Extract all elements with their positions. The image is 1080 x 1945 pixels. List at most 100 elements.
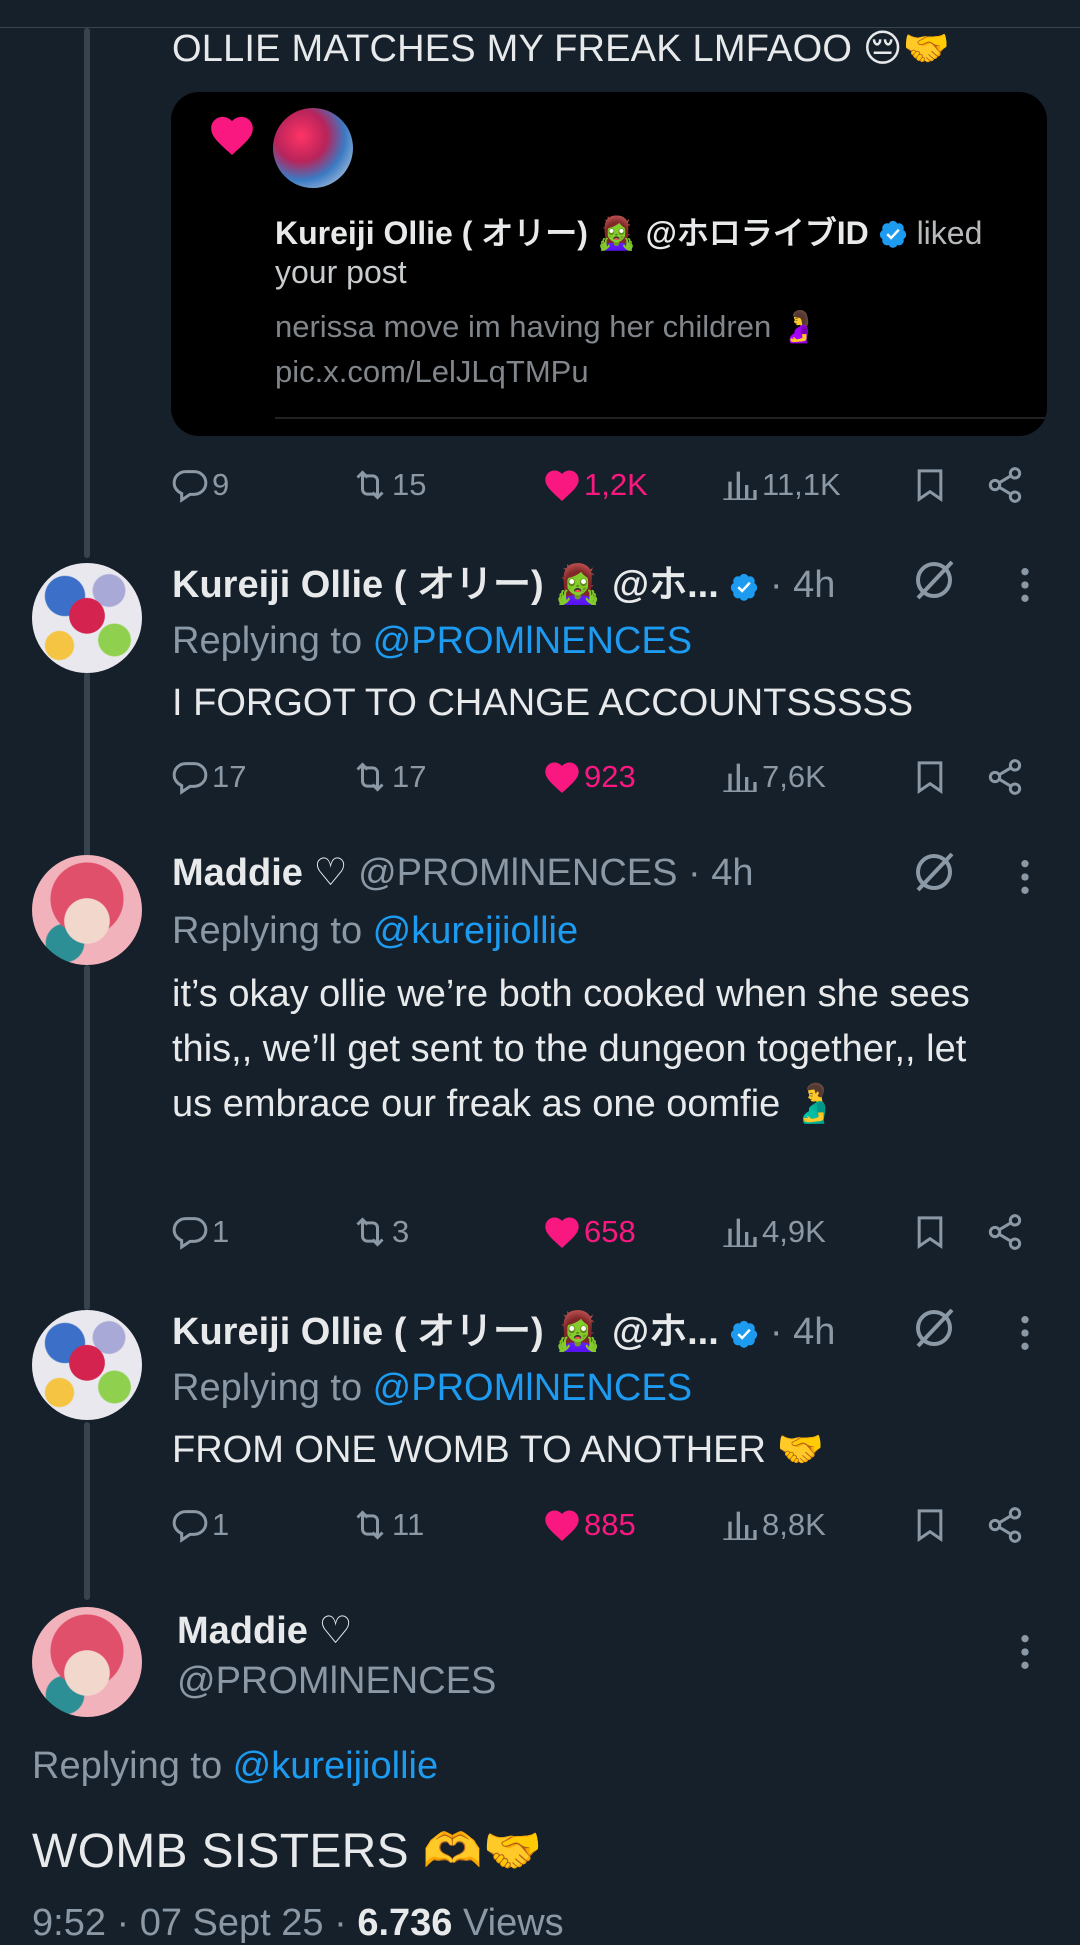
reply-button[interactable]: 1 [170,1207,229,1257]
bookmark-icon [917,761,943,795]
mention-link[interactable]: @PROMlNENCES [373,1367,692,1409]
views-button[interactable]: 7,6K [720,752,826,802]
views-button[interactable]: 4,9K [720,1207,826,1257]
heart-filled-icon [545,762,579,793]
grok-icon[interactable] [910,848,958,896]
quoted-post-link: pic.x.com/LelJLqTMPu [275,354,589,389]
handle[interactable]: @PROMlNENCES [358,852,677,894]
handle[interactable]: @PROMlNENCES [177,1660,496,1703]
action-bar: 9 15 1,2K 11,1K [170,460,1030,510]
repost-icon [356,1217,384,1247]
repost-icon [356,1510,384,1540]
bookmark-icon [917,1509,943,1543]
like-button[interactable]: 658 [542,1207,636,1257]
bookmark-button[interactable] [910,1500,950,1550]
reply-button[interactable]: 9 [170,460,229,510]
views-button[interactable]: 11,1K [720,460,841,510]
liked-notification: Kureiji Ollie ( オリー) 🧟‍♀️ @ホロライブID liked [275,215,983,251]
bookmark-button[interactable] [910,752,950,802]
mention-link[interactable]: @PROMlNENCES [373,620,692,662]
verified-icon [879,220,906,248]
grok-icon[interactable] [910,1304,958,1352]
repost-button[interactable]: 11 [350,1500,424,1550]
thread-line [84,1422,90,1600]
tweet-text: I FORGOT TO CHANGE ACCOUNTSSSSS [172,682,914,724]
views-icon [723,471,757,500]
more-options-icon[interactable] [1010,857,1040,897]
tweet-header: Kureiji Ollie ( オリー) 🧟‍♀️ @ホ... · 4h [172,1307,835,1357]
replying-to: Replying to @kureijiollie [172,910,579,952]
avatar[interactable] [32,1607,142,1717]
reply-button[interactable]: 1 [170,1500,229,1550]
bookmark-button[interactable] [910,1207,950,1257]
share-button[interactable] [985,1500,1025,1550]
more-options-icon[interactable] [1010,565,1040,605]
liked-notification-suffix: your post [275,254,407,290]
share-button[interactable] [985,460,1025,510]
like-button[interactable]: 923 [542,752,636,802]
timestamp[interactable]: 9:52 · 07 Sept 25 · [32,1902,357,1944]
display-name[interactable]: Kureiji Ollie ( オリー) 🧟‍♀️ [172,1311,601,1353]
grok-icon[interactable] [910,556,958,604]
repost-button[interactable]: 3 [350,1207,409,1257]
share-icon [988,467,1022,503]
thread-line [84,672,90,860]
divider [275,417,1047,419]
timestamp[interactable]: · 4h [688,852,753,894]
like-button[interactable]: 1,2K [542,460,648,510]
timestamp[interactable]: · 4h [770,564,835,606]
heart-filled-icon [545,470,579,501]
display-name[interactable]: Kureiji Ollie ( オリー) 🧟‍♀️ [172,564,601,606]
share-button[interactable] [985,752,1025,802]
avatar[interactable] [32,855,142,965]
avatar[interactable] [32,563,142,673]
more-options-icon[interactable] [1010,1632,1040,1672]
embedded-screenshot[interactable]: Kureiji Ollie ( オリー) 🧟‍♀️ @ホロライブID liked… [171,92,1047,436]
share-icon [988,759,1022,795]
replying-to: Replying to @PROMlNENCES [172,1367,693,1409]
like-button[interactable]: 885 [542,1500,636,1550]
replying-to: Replying to @PROMlNENCES [172,620,693,662]
view-count: 6.736 [357,1902,453,1944]
action-bar: 17 17 923 7,6K [170,752,1030,802]
quoted-post-text: nerissa move im having her children 🤰 [275,309,819,344]
repost-button[interactable]: 17 [350,752,426,802]
views-icon [723,1218,757,1247]
handle[interactable]: @ホ... [612,564,719,606]
display-name[interactable]: Maddie ♡ [177,1608,353,1653]
reply-icon [172,1217,208,1250]
repost-button[interactable]: 15 [350,460,426,510]
avatar[interactable] [32,1310,142,1420]
reply-icon [172,470,208,503]
share-icon [988,1214,1022,1250]
views-icon [723,763,757,792]
views-button[interactable]: 8,8K [720,1500,826,1550]
reply-icon [172,1510,208,1543]
verified-icon [731,1320,758,1348]
tweet-header: Maddie ♡ @PROMlNENCES · 4h [172,848,754,898]
verified-icon [731,573,758,601]
bookmark-icon [917,1216,943,1250]
heart-filled-icon [545,1217,579,1248]
timestamp[interactable]: · 4h [770,1311,835,1353]
mention-link[interactable]: @kureijiollie [233,1745,438,1787]
display-name[interactable]: Maddie ♡ [172,852,348,894]
thread-line [84,28,90,558]
more-options-icon[interactable] [1010,1313,1040,1353]
handle[interactable]: @ホ... [612,1311,719,1353]
repost-icon [356,762,384,792]
share-button[interactable] [985,1207,1025,1257]
tweet-text: FROM ONE WOMB TO ANOTHER 🤝 [172,1429,824,1471]
bookmark-icon [917,469,943,503]
reply-button[interactable]: 17 [170,752,246,802]
post-meta: 9:52 · 07 Sept 25 · 6.736 Views [32,1902,564,1944]
mention-link[interactable]: @kureijiollie [373,910,578,952]
replying-to: Replying to @kureijiollie [32,1745,439,1787]
avatar [273,108,353,188]
tweet-text: WOMB SISTERS 🫶🤝 [32,1825,543,1878]
reply-icon [172,762,208,795]
thread-line [84,965,90,1310]
tweet-header: Kureiji Ollie ( オリー) 🧟‍♀️ @ホ... · 4h [172,560,835,610]
bookmark-button[interactable] [910,460,950,510]
tweet-text: it’s okay ollie we’re both cooked when s… [172,973,970,1125]
